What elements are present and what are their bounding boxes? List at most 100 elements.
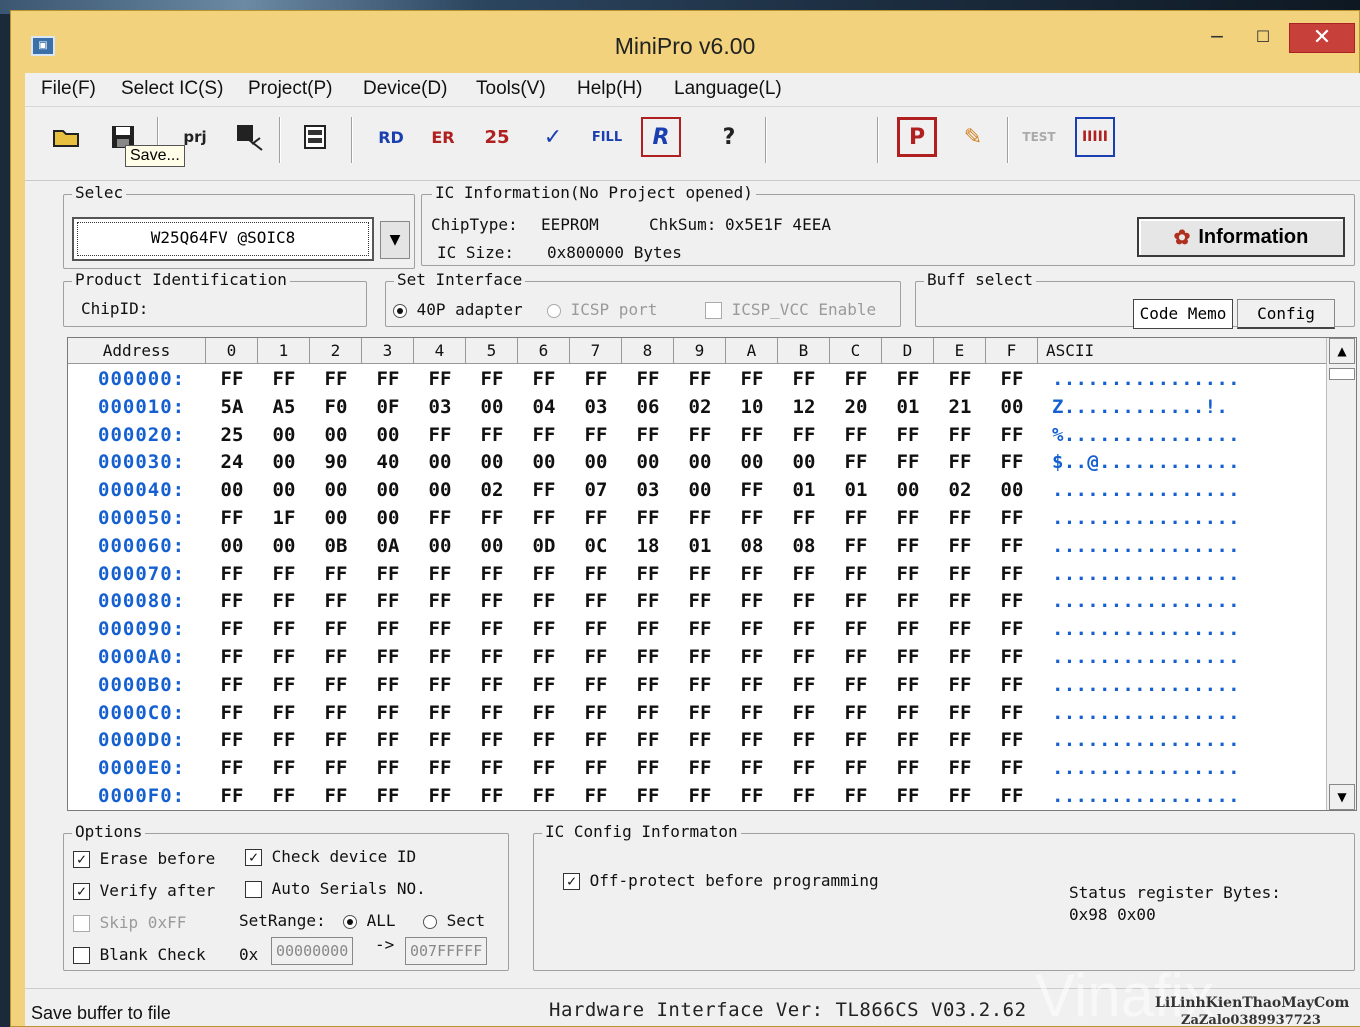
hex-byte-cell[interactable]: FF — [784, 674, 824, 696]
hex-byte-cell[interactable]: FF — [992, 590, 1032, 612]
hex-byte-cell[interactable]: FF — [940, 451, 980, 473]
read-chip-icon[interactable]: R — [641, 117, 681, 157]
hex-byte-cell[interactable]: FF — [940, 618, 980, 640]
hex-row[interactable]: 0000B0: FF FF FF FF FF FF FF FF FF FF FF FF FF FF FF FF.… — [68, 672, 1326, 700]
blank-check-box[interactable] — [73, 947, 90, 964]
hex-byte-cell[interactable]: 12 — [784, 396, 824, 418]
ascii-cell[interactable]: ................ — [1052, 674, 1240, 696]
hex-byte-cell[interactable]: FF — [420, 674, 460, 696]
hex-byte-cell[interactable]: FF — [472, 646, 512, 668]
hex-byte-cell[interactable]: FF — [888, 563, 928, 585]
radio-icsp[interactable] — [547, 303, 561, 318]
range-end-input[interactable]: 007FFFFF — [405, 937, 488, 965]
hex-byte-cell[interactable]: FF — [784, 424, 824, 446]
hex-byte-cell[interactable]: A5 — [264, 396, 304, 418]
hex-byte-cell[interactable]: 00 — [264, 479, 304, 501]
ascii-cell[interactable]: ................ — [1052, 535, 1240, 557]
hex-byte-cell[interactable]: F0 — [316, 396, 356, 418]
hex-byte-cell[interactable]: FF — [680, 757, 720, 779]
hex-byte-cell[interactable]: FF — [368, 674, 408, 696]
hex-byte-cell[interactable]: FF — [836, 535, 876, 557]
hex-byte-cell[interactable]: 00 — [420, 479, 460, 501]
hex-byte-cell[interactable]: FF — [680, 368, 720, 390]
hex-byte-cell[interactable]: FF — [732, 507, 772, 529]
ascii-cell[interactable]: ................ — [1052, 507, 1240, 529]
hex-byte-cell[interactable]: FF — [212, 646, 252, 668]
fill-icon[interactable]: FILL — [587, 117, 627, 157]
menu-help[interactable]: Help(H) — [577, 78, 642, 100]
hex-byte-cell[interactable]: FF — [992, 729, 1032, 751]
hex-row[interactable]: 000010: 5A A5 F0 0F 03 00 04 03 06 02 10 12 20 01 21 00 Z… — [68, 394, 1326, 422]
hex-byte-cell[interactable]: FF — [888, 785, 928, 807]
chip-icon[interactable]: IIIII — [1075, 117, 1115, 157]
hex-byte-cell[interactable]: FF — [212, 729, 252, 751]
memory-icon[interactable] — [295, 117, 335, 157]
hex-byte-cell[interactable]: FF — [524, 507, 564, 529]
hex-byte-cell[interactable]: 0A — [368, 535, 408, 557]
hex-byte-cell[interactable]: FF — [628, 507, 668, 529]
hex-byte-cell[interactable]: 00 — [472, 451, 512, 473]
hex-byte-cell[interactable]: FF — [212, 757, 252, 779]
hex-byte-cell[interactable]: 00 — [264, 535, 304, 557]
icsp-vcc-box[interactable] — [705, 302, 722, 319]
scroll-down-icon[interactable]: ▼ — [1329, 784, 1355, 810]
hex-byte-cell[interactable]: 01 — [888, 396, 928, 418]
hex-byte-cell[interactable]: 20 — [836, 396, 876, 418]
hex-byte-cell[interactable]: FF — [212, 674, 252, 696]
hex-row[interactable]: 000040: 00 00 00 00 00 02 FF 07 03 00 FF 01 01 00 02 00.… — [68, 477, 1326, 505]
radio-40p-adapter[interactable]: 40P adapter — [393, 300, 523, 319]
hex-byte-cell[interactable]: 0B — [316, 535, 356, 557]
open-icon[interactable] — [47, 117, 87, 157]
hex-byte-cell[interactable]: FF — [524, 424, 564, 446]
hex-byte-cell[interactable]: FF — [212, 618, 252, 640]
hex-byte-cell[interactable]: FF — [264, 563, 304, 585]
hex-byte-cell[interactable]: 00 — [368, 424, 408, 446]
radio-icsp-port[interactable]: ICSP port — [547, 300, 657, 319]
hex-byte-cell[interactable]: FF — [888, 729, 928, 751]
hex-byte-cell[interactable]: FF — [368, 368, 408, 390]
hex-byte-cell[interactable]: FF — [316, 729, 356, 751]
hex-byte-cell[interactable]: 90 — [316, 451, 356, 473]
hex-byte-cell[interactable]: FF — [212, 507, 252, 529]
hex-byte-cell[interactable]: 24 — [212, 451, 252, 473]
hex-byte-cell[interactable]: FF — [576, 757, 616, 779]
hex-byte-cell[interactable]: FF — [680, 618, 720, 640]
icsp-vcc-checkbox[interactable]: ICSP_VCC Enable — [705, 300, 876, 319]
hex-byte-cell[interactable]: FF — [212, 368, 252, 390]
hex-byte-cell[interactable]: FF — [836, 702, 876, 724]
hex-byte-cell[interactable]: FF — [472, 702, 512, 724]
hex-byte-cell[interactable]: 03 — [628, 479, 668, 501]
menu-language[interactable]: Language(L) — [674, 78, 782, 100]
hex-byte-cell[interactable]: 03 — [420, 396, 460, 418]
hex-byte-cell[interactable]: FF — [368, 702, 408, 724]
hex-byte-cell[interactable]: FF — [628, 757, 668, 779]
hex-byte-cell[interactable]: FF — [264, 646, 304, 668]
hex-byte-cell[interactable]: FF — [524, 785, 564, 807]
hex-byte-cell[interactable]: FF — [316, 563, 356, 585]
test-icon[interactable]: TEST — [1019, 117, 1059, 157]
hex-byte-cell[interactable]: FF — [732, 702, 772, 724]
hex-byte-cell[interactable]: 0F — [368, 396, 408, 418]
hex-byte-cell[interactable]: 0D — [524, 535, 564, 557]
hex-byte-cell[interactable]: FF — [784, 368, 824, 390]
hex-byte-cell[interactable]: FF — [212, 563, 252, 585]
hex-byte-cell[interactable]: FF — [836, 674, 876, 696]
hex-byte-cell[interactable]: FF — [992, 451, 1032, 473]
hex-byte-cell[interactable]: FF — [888, 507, 928, 529]
hex-byte-cell[interactable]: FF — [992, 535, 1032, 557]
hex-byte-cell[interactable]: 00 — [316, 507, 356, 529]
hex-byte-cell[interactable]: 00 — [472, 535, 512, 557]
hex-byte-cell[interactable]: FF — [472, 563, 512, 585]
hex-byte-cell[interactable]: FF — [784, 785, 824, 807]
hex-byte-cell[interactable]: FF — [420, 757, 460, 779]
hex-byte-cell[interactable]: FF — [888, 757, 928, 779]
range-sect-radio[interactable]: Sect — [423, 911, 485, 930]
hex-byte-cell[interactable]: FF — [784, 646, 824, 668]
erase-before-checkbox[interactable]: ✓ Erase before — [73, 849, 215, 868]
tab-config[interactable]: Config — [1237, 299, 1335, 329]
hex-byte-cell[interactable]: 21 — [940, 396, 980, 418]
save-project-icon[interactable] — [229, 117, 269, 157]
hex-byte-cell[interactable]: FF — [732, 424, 772, 446]
hex-byte-cell[interactable]: FF — [316, 646, 356, 668]
range-start-field[interactable]: 00000000 — [271, 937, 354, 965]
